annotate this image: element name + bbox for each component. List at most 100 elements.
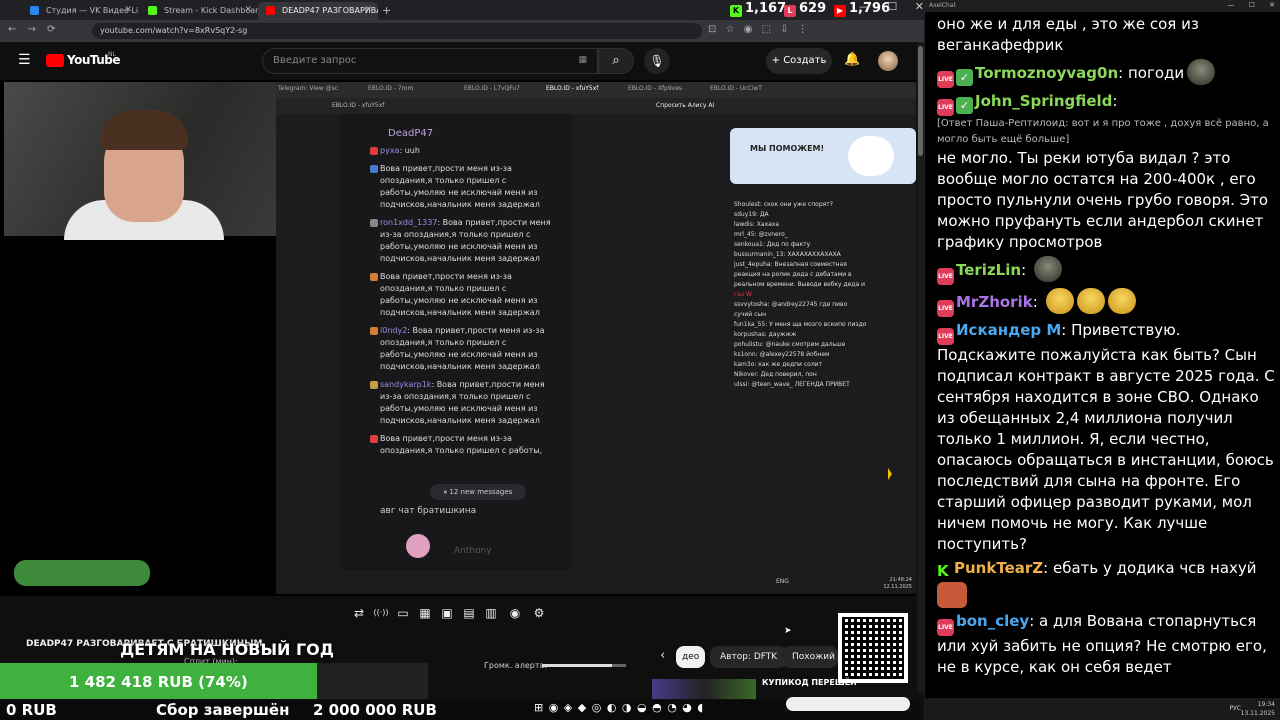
promo-title[interactable]: КУПИКОД ПЕРЕШЁЛ bbox=[762, 678, 857, 687]
browser-toolbar-icons[interactable]: ⊡ ☆ ◉ ⬚ ⇩ ⋮ bbox=[708, 24, 808, 35]
chips-prev-icon[interactable]: ‹ bbox=[660, 648, 665, 663]
inner-chat-input: авг чат братишкина bbox=[380, 506, 477, 516]
close-tab-icon[interactable]: ✕ bbox=[244, 5, 252, 15]
system-clock: 19:34 13.11.2025 bbox=[1240, 701, 1275, 717]
settings-icon[interactable]: ⚙ bbox=[530, 604, 548, 622]
inner-tab: EBLO.ID - 7mm bbox=[368, 85, 414, 92]
keyboard-icon[interactable]: ▦ bbox=[578, 55, 587, 65]
inner-chat-header: DeadP47 bbox=[388, 128, 434, 139]
meme-party-widget bbox=[786, 697, 910, 711]
chat-message: sandykarp1k: Вова привет,прости меня из-… bbox=[370, 379, 558, 427]
browser-address-bar: ← → ⟳ youtube.com/watch?v=8xRvSqY2-sg ⊡ … bbox=[0, 20, 924, 42]
emote-icon bbox=[937, 582, 967, 608]
side-chat-line: сучий сын bbox=[734, 311, 767, 318]
side-chat-line: pohulistu: @nauke смотрим дальше bbox=[734, 341, 846, 348]
fundraiser-footer bbox=[0, 700, 920, 720]
side-chat-line: реальном времени. Выводи вебку деда и bbox=[734, 281, 865, 288]
create-button[interactable]: + Создать bbox=[766, 48, 832, 74]
qr-pattern bbox=[842, 617, 904, 679]
vk-live-icon: LIVE bbox=[937, 328, 954, 345]
search-icon: ⌕ bbox=[612, 53, 620, 68]
avatar[interactable] bbox=[878, 51, 898, 71]
side-chat-line: fun1ka_55: У меня ща мозго вскипо пиздо bbox=[734, 321, 867, 328]
youtube-icon: ▶ bbox=[834, 5, 846, 17]
search-button[interactable]: ⌕ bbox=[598, 48, 634, 74]
inner-tab: EBLO.ID - xfuY5xf bbox=[546, 85, 599, 92]
inner-address-bar: EBLO.ID - xfuY5xf Спросить Алису AI bbox=[276, 98, 916, 114]
input-language[interactable]: РУС bbox=[1230, 705, 1241, 712]
chat-message: Вова привет,прости меня из-за опоздания,… bbox=[370, 271, 558, 319]
chip-similar[interactable]: Похожий кон bbox=[782, 646, 838, 668]
fundraiser-start: 0 RUB bbox=[6, 701, 57, 719]
inner-tab: EBLO.ID - L7vQFu7 bbox=[464, 85, 520, 92]
emote-icon bbox=[1076, 288, 1105, 314]
browser-tab-youtube[interactable]: DEADP47 РАЗГОВАРИВАЕТ С БРАТИШКИНЫМ ✕ bbox=[258, 2, 378, 20]
youtube-favicon-icon bbox=[266, 6, 275, 15]
chat-message: l0ndy2: Вова привет,прости меня из-за оп… bbox=[370, 325, 558, 373]
clip-icon[interactable]: ▦ bbox=[416, 604, 434, 622]
subtitles-icon[interactable]: ▭ bbox=[394, 604, 412, 622]
mic-button[interactable]: 🎙 bbox=[644, 48, 670, 74]
inner-chat-user: Anthony bbox=[454, 546, 492, 556]
new-tab-button[interactable]: + bbox=[378, 2, 398, 20]
vk-favicon-icon bbox=[30, 6, 39, 15]
search-input[interactable]: Введите запрос ▦ bbox=[262, 48, 598, 74]
side-chat-line: senkoua1: Дед по факту bbox=[734, 241, 811, 248]
kick-icon: K bbox=[730, 5, 742, 17]
side-chat-line: bussurmanin_13: ХАХАХАХХАХАХА bbox=[734, 251, 841, 258]
close-tab-icon[interactable]: ✕ bbox=[364, 5, 372, 15]
url-field[interactable]: youtube.com/watch?v=8xRvSqY2-sg bbox=[92, 23, 702, 39]
side-chat-line: газ W bbox=[734, 291, 752, 298]
theater-icon[interactable]: ▤ bbox=[460, 604, 478, 622]
chat-message: LIVE TerizLin: bbox=[937, 256, 1277, 285]
chat-message: ron1xdd_1337: Вова привет,прости меня из… bbox=[370, 217, 558, 265]
chat-message: руха: uuh bbox=[370, 145, 558, 157]
side-chat-line: ulssi: @teen_wave_ ЛЕГЕНДА ПРИВЕТ bbox=[734, 381, 850, 388]
taskbar-apps-icon[interactable]: ⊞ ◉ ◈ ◆ ◎ ◐ ◑ ◒ ◓ ◔ ◕ ◖ bbox=[534, 701, 703, 714]
broadcast-icon[interactable]: ((·)) bbox=[372, 604, 390, 622]
vk-live-icon: LIVE bbox=[937, 619, 954, 636]
kick-viewer-count: K 1,167 bbox=[730, 1, 786, 17]
side-chat-line: kam3o: как же дедпи солит bbox=[734, 361, 823, 368]
badge-icon bbox=[370, 327, 378, 335]
badge-icon bbox=[370, 435, 378, 443]
mouse-cursor-icon bbox=[888, 468, 892, 480]
miniplayer-icon[interactable]: ▣ bbox=[438, 604, 456, 622]
scrollbar-thumb[interactable] bbox=[918, 46, 923, 156]
bell-icon[interactable]: 🔔 bbox=[844, 52, 860, 67]
video-player[interactable]: Telegram: View @sc EBLO.ID - 7mm EBLO.ID… bbox=[0, 80, 916, 596]
axelchat-panel: AxelChat — ☐ ✕ оно же и для еды , это же … bbox=[924, 0, 1280, 720]
screenshot-icon[interactable]: ◉ bbox=[506, 604, 524, 622]
side-chat-line: реакция на ролик деда с дебатами в bbox=[734, 271, 852, 278]
side-chat-line: mrl_45: @zvnero_ bbox=[734, 231, 788, 238]
webcam-feed bbox=[4, 82, 276, 240]
chip-author[interactable]: Автор: DFTK bbox=[710, 646, 788, 668]
nav-arrows-icon[interactable]: ← → ⟳ bbox=[8, 24, 56, 35]
window-controls[interactable]: — ☐ ✕ bbox=[1227, 1, 1275, 9]
check-icon: ✓ bbox=[956, 97, 973, 114]
side-chat-line: Nikover: Дед поверил, пон bbox=[734, 371, 817, 378]
loop-icon[interactable]: ⇄ bbox=[350, 604, 368, 622]
chat-message: Вова привет,прости меня из-за опоздания,… bbox=[370, 163, 558, 211]
emote-icon bbox=[1107, 288, 1136, 314]
youtube-logo-icon[interactable] bbox=[46, 54, 64, 67]
side-chat-line: lawdis: Хахаха bbox=[734, 221, 780, 228]
inner-tab: EBLO.ID - Xfp9ves bbox=[628, 85, 683, 92]
promo-thumbnail[interactable] bbox=[652, 679, 756, 699]
badge-icon bbox=[370, 273, 378, 281]
region-label: NL bbox=[108, 51, 116, 58]
chat-message: LIVE Искандер М: Приветствую. Подскажите … bbox=[937, 321, 1275, 553]
chat-message: LIVE MrZhorik: bbox=[937, 288, 1277, 317]
browser-tab-vk[interactable]: Студия — VK Видео Live ✕ bbox=[22, 2, 138, 20]
close-tab-icon[interactable]: ✕ bbox=[124, 5, 132, 15]
window-controls[interactable]: — ☐ ✕ bbox=[859, 0, 924, 13]
browser-tab-kick[interactable]: Stream - Kick Dashboard ✕ bbox=[140, 2, 258, 20]
side-chat-overlay: Shoulest: скок они уже спорят? sduy19: Д… bbox=[734, 200, 916, 390]
inner-clock: 21:48:24 12.11.2025 bbox=[883, 577, 912, 590]
chip-active[interactable]: део bbox=[676, 646, 706, 668]
side-chat-line: just_4epuha: Внезапная совместная bbox=[734, 261, 847, 268]
help-overlay-banner: МЫ ПОМОЖЕМ! bbox=[730, 128, 916, 184]
pip-icon[interactable]: ▥ bbox=[482, 604, 500, 622]
kick-icon: K bbox=[937, 562, 949, 580]
menu-icon[interactable]: ☰ bbox=[18, 52, 31, 68]
